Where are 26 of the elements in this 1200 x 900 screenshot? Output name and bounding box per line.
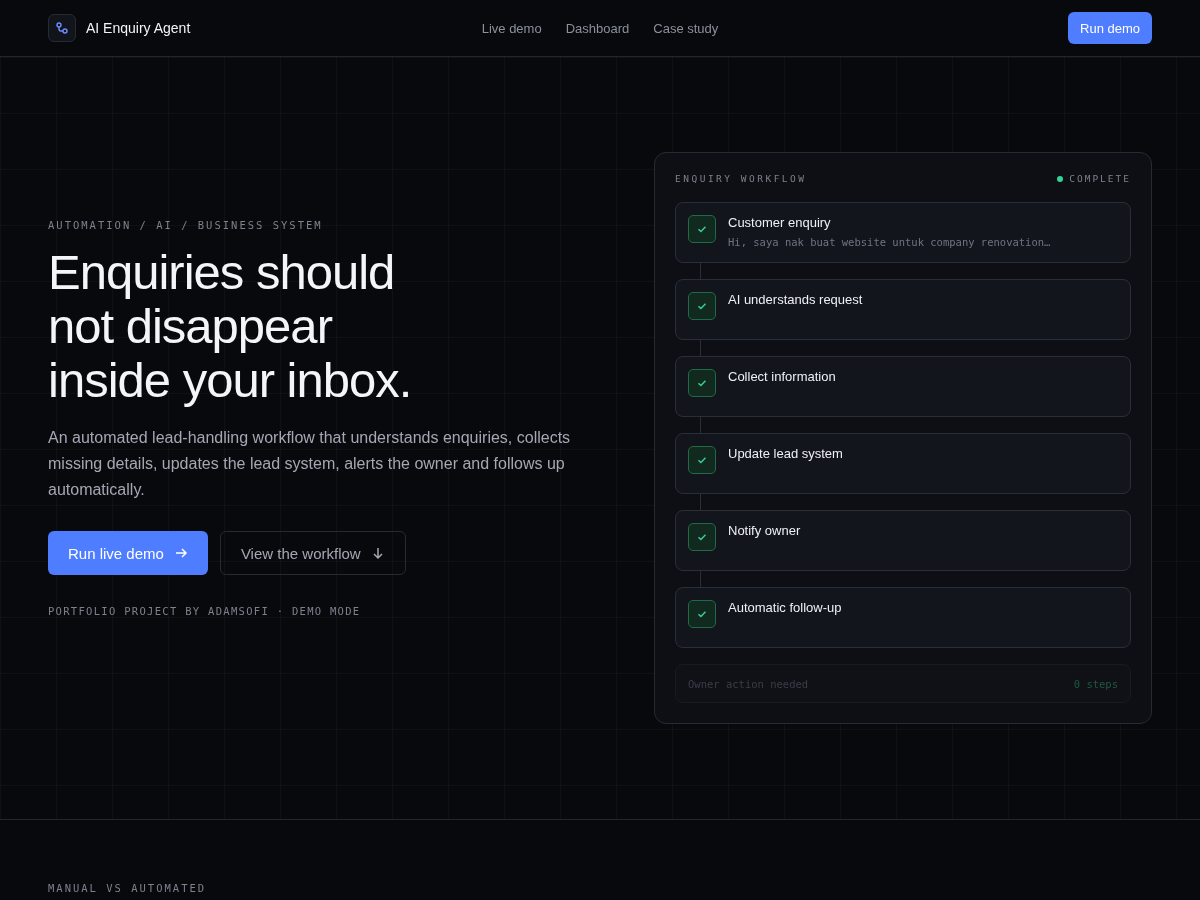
nav-link[interactable]: Dashboard	[565, 20, 630, 36]
steps-count: 0 steps	[1073, 677, 1118, 690]
hero-description: An automated lead-handling workflow that understands enquiries, collects missing details, updates the lead system, alerts the owner and follows up automatically.	[48, 428, 572, 500]
run-live-demo-button[interactable]: Run live demo	[48, 531, 208, 575]
hero-title: Enquiries should not disappear inside your inbox.	[48, 245, 413, 407]
status-label: COMPLETE	[1069, 173, 1131, 184]
section-eyebrow: MANUAL VS AUTOMATED	[48, 882, 208, 894]
step-label: Update lead system	[728, 446, 843, 461]
arrow-down-icon	[370, 546, 385, 560]
step-detail: Hi, saya nak buat website untuk company renovation…	[728, 236, 1051, 248]
step-label: Automatic follow-up	[728, 600, 842, 615]
workflow-title: ENQUIRY WORKFLOW	[675, 173, 807, 184]
nav-link[interactable]: Live demo	[481, 20, 542, 36]
step-label: Customer enquiry	[728, 215, 832, 230]
nav-link[interactable]: Case study	[653, 20, 719, 36]
view-workflow-button[interactable]: View the workflow	[219, 531, 406, 575]
eyebrow-label: AUTOMATION / AI / BUSINESS SYSTEM	[48, 219, 323, 231]
logo-icon	[48, 14, 76, 42]
step-label: Collect information	[728, 369, 836, 384]
run-demo-button[interactable]: Run demo	[1068, 12, 1152, 44]
step-label: AI understands request	[728, 292, 863, 307]
arrow-right-icon	[173, 546, 188, 560]
status-dot	[1057, 175, 1064, 182]
step-label: Notify owner	[728, 523, 801, 538]
brand-name: AI Enquiry Agent	[86, 20, 191, 36]
project-note: PORTFOLIO PROJECT BY ADAMSOFI · DEMO MODE	[48, 605, 361, 617]
